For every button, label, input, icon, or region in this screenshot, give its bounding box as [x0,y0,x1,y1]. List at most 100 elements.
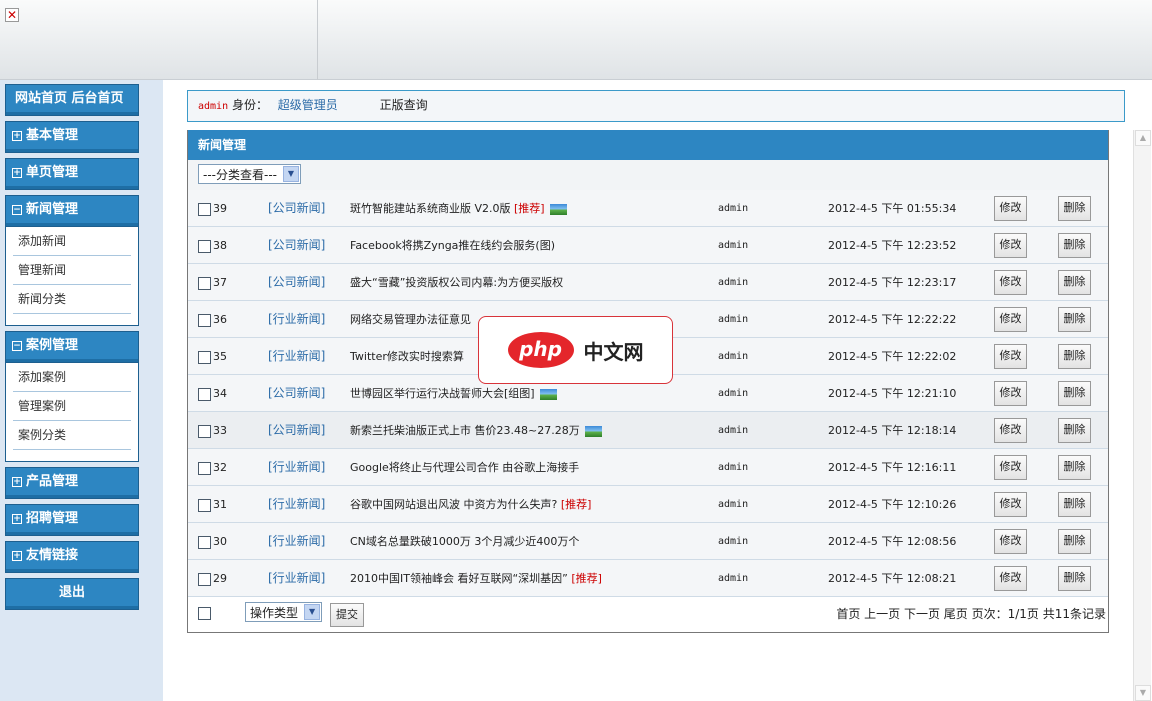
sidebar-group-1[interactable]: + 单页管理 [5,158,139,190]
sidebar-item[interactable]: 管理案例 [13,392,131,421]
username: admin [198,101,229,112]
close-icon[interactable]: ✕ [5,8,19,22]
row-checkbox[interactable] [198,387,211,401]
row-checkbox[interactable] [198,498,211,512]
role-value[interactable]: 超级管理员 [278,98,338,112]
news-category[interactable]: [行业新闻] [268,486,325,523]
scrollbar[interactable]: ▲ ▼ [1133,130,1151,701]
edit-button[interactable]: 修改 [994,196,1027,221]
edit-button[interactable]: 修改 [994,566,1027,591]
sidebar-group-5[interactable]: + 招聘管理 [5,504,139,536]
news-category[interactable]: [公司新闻] [268,412,325,449]
news-time: 2012-4-5 下午 12:18:14 [828,424,957,437]
news-time: 2012-4-5 下午 12:23:52 [828,239,957,252]
delete-button[interactable]: 删除 [1058,529,1091,554]
home-links-button[interactable]: 网站首页 后台首页 [5,84,139,116]
edit-button[interactable]: 修改 [994,233,1027,258]
recommended-badge: [推荐] [560,498,592,511]
delete-button[interactable]: 删除 [1058,381,1091,406]
news-title[interactable]: 斑竹智能建站系统商业版 V2.0版 [350,202,511,215]
edit-button[interactable]: 修改 [994,270,1027,295]
sidebar-group-4[interactable]: + 产品管理 [5,467,139,499]
delete-button[interactable]: 删除 [1058,270,1091,295]
sidebar-group-2[interactable]: − 新闻管理 [5,195,139,227]
sidebar-item[interactable]: 管理新闻 [13,256,131,285]
news-title[interactable]: 盛大“雪藏”投资版权公司内幕:为方便买版权 [350,276,563,289]
row-checkbox-cell [198,412,211,449]
row-checkbox[interactable] [198,276,211,290]
news-title-cell: CN域名总量跌破1000万 3个月减少近400万个 [350,523,579,560]
edit-button[interactable]: 修改 [994,418,1027,443]
news-title-cell: 新索兰托柴油版正式上市 售价23.48~27.28万 [350,412,602,449]
sidebar-group-0[interactable]: + 基本管理 [5,121,139,153]
news-category[interactable]: [行业新闻] [268,560,325,597]
sidebar-group-6[interactable]: + 友情链接 [5,541,139,573]
php-logo: php [507,332,574,368]
news-title-cell: Facebook将携Zynga推在线约会服务(图) [350,227,555,264]
edit-button[interactable]: 修改 [994,455,1027,480]
expand-icon: + [12,551,22,561]
news-title-cell: 斑竹智能建站系统商业版 V2.0版 [推荐] [350,190,567,227]
news-title[interactable]: CN域名总量跌破1000万 3个月减少近400万个 [350,535,579,548]
edit-button[interactable]: 修改 [994,307,1027,332]
delete-button[interactable]: 删除 [1058,418,1091,443]
news-title[interactable]: 2010中国IT领袖峰会 看好互联网“深圳基因” [350,572,568,585]
sidebar-item[interactable]: 添加案例 [13,363,131,392]
edit-button[interactable]: 修改 [994,344,1027,369]
edit-button[interactable]: 修改 [994,492,1027,517]
news-title-cell: Twitter修改实时搜索算 [350,338,464,375]
news-title[interactable]: 新索兰托柴油版正式上市 售价23.48~27.28万 [350,424,580,437]
row-checkbox[interactable] [198,350,211,364]
scroll-down-icon[interactable]: ▼ [1135,685,1151,701]
watermark-text: 中文网 [583,339,644,364]
row-checkbox[interactable] [198,313,211,327]
table-row: 38 [公司新闻] Facebook将携Zynga推在线约会服务(图) admi… [188,227,1108,264]
sidebar-item[interactable]: 新闻分类 [13,285,131,314]
row-checkbox[interactable] [198,202,211,216]
submit-button[interactable]: 提交 [330,603,364,627]
news-title[interactable]: 世博园区举行运行决战誓师大会[组图] [350,387,535,400]
delete-button[interactable]: 删除 [1058,492,1091,517]
news-title[interactable]: 网络交易管理办法征意见 [350,313,471,326]
category-filter-select[interactable]: ---分类查看--- ▼ [198,164,301,184]
news-category[interactable]: [公司新闻] [268,375,325,412]
news-category[interactable]: [行业新闻] [268,449,325,486]
row-checkbox-cell [198,486,211,523]
news-title[interactable]: Twitter修改实时搜索算 [350,350,464,363]
row-checkbox[interactable] [198,572,211,586]
news-title[interactable]: Google将终止与代理公司合作 由谷歌上海接手 [350,461,579,474]
news-category[interactable]: [公司新闻] [268,190,325,227]
scroll-up-icon[interactable]: ▲ [1135,130,1151,146]
delete-button[interactable]: 删除 [1058,566,1091,591]
sidebar-item[interactable]: 案例分类 [13,421,131,450]
logout-button[interactable]: 退出 [5,578,139,610]
edit-button[interactable]: 修改 [994,381,1027,406]
row-checkbox[interactable] [198,461,211,475]
row-checkbox[interactable] [198,535,211,549]
news-category[interactable]: [行业新闻] [268,523,325,560]
news-category[interactable]: [公司新闻] [268,227,325,264]
delete-button[interactable]: 删除 [1058,344,1091,369]
news-title-cell: 网络交易管理办法征意见 [350,301,471,338]
row-checkbox[interactable] [198,424,211,438]
license-check-link[interactable]: 正版查询 [380,98,428,112]
pagination[interactable]: 首页 上一页 下一页 尾页 页次：1/1页 共11条记录 [836,605,1106,622]
news-title[interactable]: 谷歌中国网站退出风波 中资方为什么失声? [350,498,557,511]
row-checkbox-cell [198,301,211,338]
chevron-down-icon: ▼ [304,604,321,620]
sidebar-group-3[interactable]: − 案例管理 [5,331,139,363]
delete-button[interactable]: 删除 [1058,196,1091,221]
news-title[interactable]: Facebook将携Zynga推在线约会服务(图) [350,239,555,252]
table-row: 33 [公司新闻] 新索兰托柴油版正式上市 售价23.48~27.28万 adm… [188,412,1108,449]
news-category[interactable]: [行业新闻] [268,301,325,338]
news-category[interactable]: [行业新闻] [268,338,325,375]
delete-button[interactable]: 删除 [1058,307,1091,332]
select-all-checkbox[interactable] [198,607,211,620]
edit-button[interactable]: 修改 [994,529,1027,554]
news-category[interactable]: [公司新闻] [268,264,325,301]
sidebar-item[interactable]: 添加新闻 [13,227,131,256]
operation-type-select[interactable]: 操作类型 ▼ [245,602,323,622]
delete-button[interactable]: 删除 [1058,233,1091,258]
row-checkbox[interactable] [198,239,211,253]
delete-button[interactable]: 删除 [1058,455,1091,480]
